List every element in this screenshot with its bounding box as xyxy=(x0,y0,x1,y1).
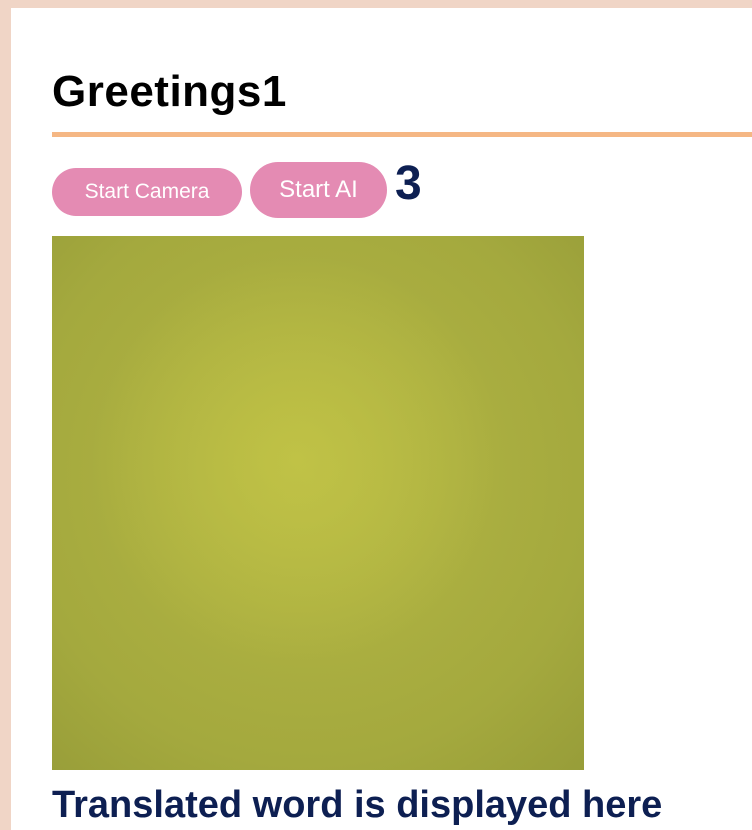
start-camera-button[interactable]: Start Camera xyxy=(52,168,242,216)
camera-video-feed xyxy=(52,236,584,770)
translation-result: Translated word is displayed here xyxy=(52,784,663,826)
start-ai-button[interactable]: Start AI xyxy=(250,162,387,218)
countdown-counter: 3 xyxy=(395,157,422,210)
app-panel: Greetings1 Start Camera Start AI 3 Trans… xyxy=(11,8,752,830)
page-title: Greetings1 xyxy=(52,67,287,116)
title-divider xyxy=(52,132,752,137)
